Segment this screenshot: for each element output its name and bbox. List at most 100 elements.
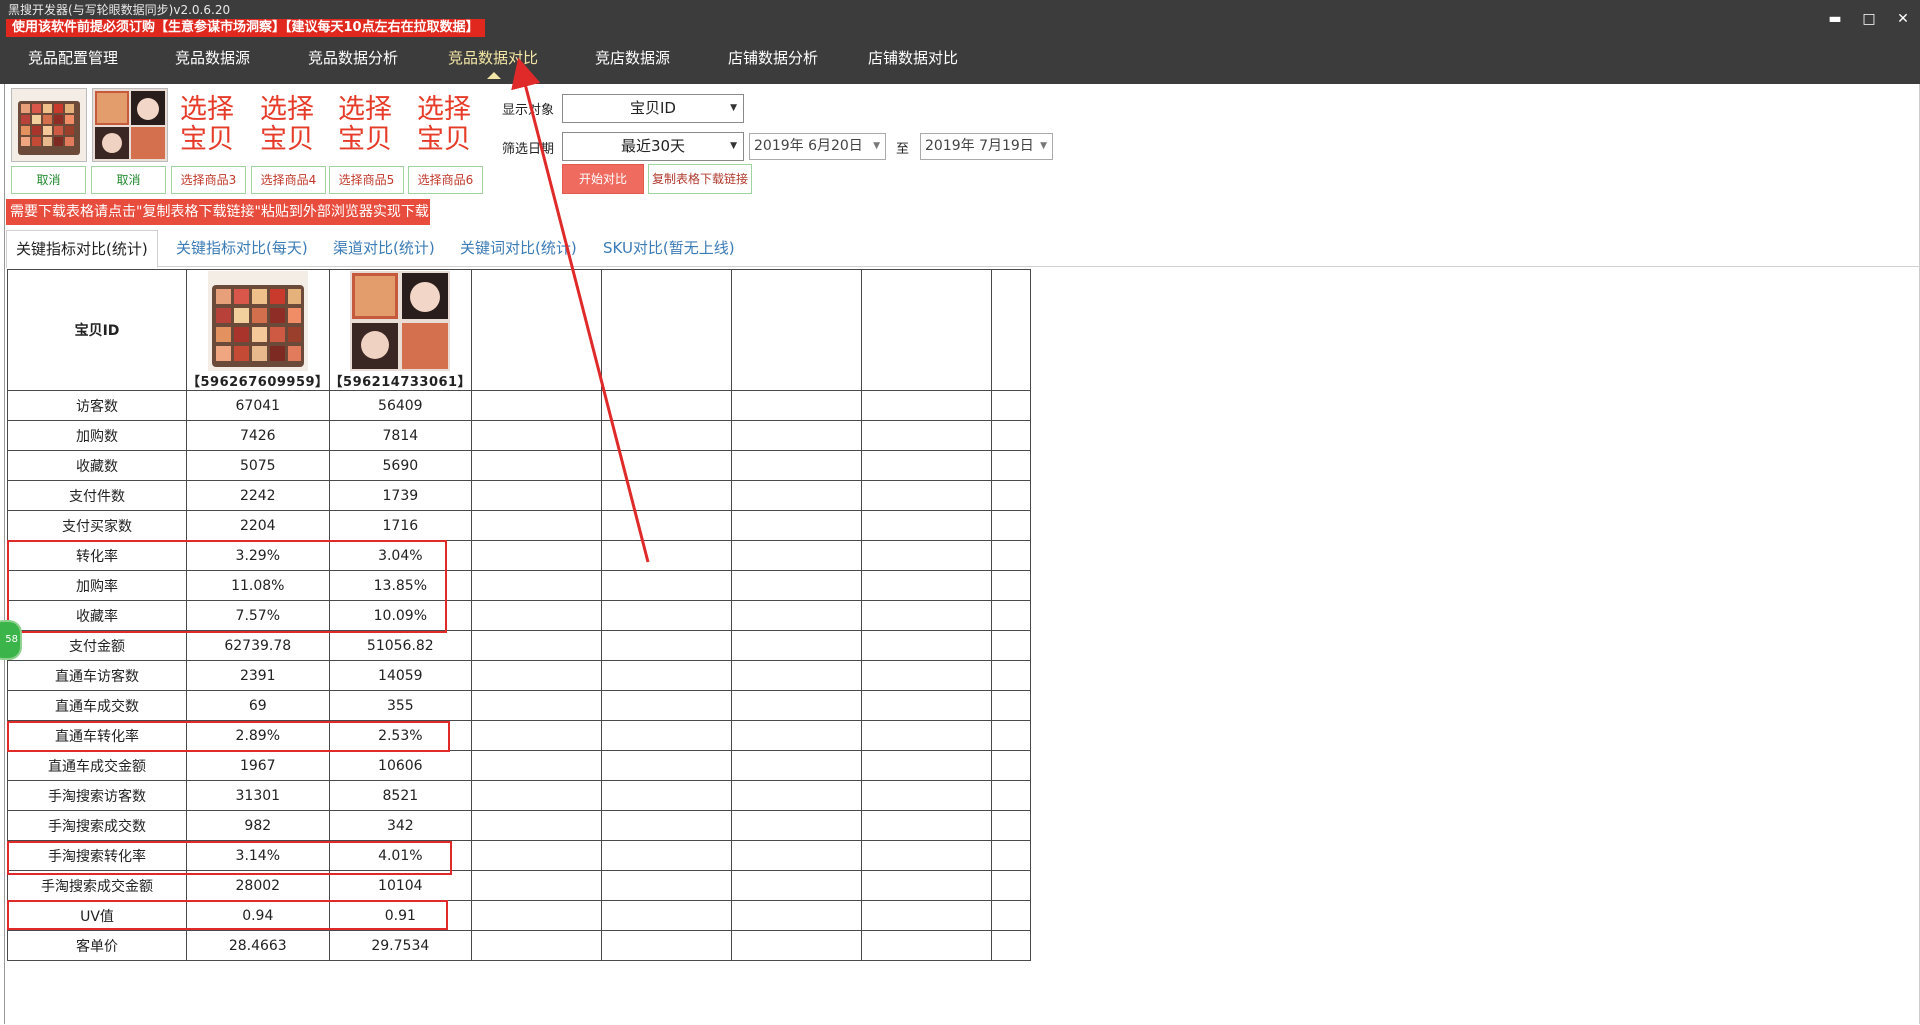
product-1-value: 67041 — [186, 390, 330, 421]
product-2-value: 10.09% — [328, 600, 473, 631]
product-1-value: 7426 — [186, 420, 330, 451]
empty-cell — [471, 870, 603, 901]
product-2-value: 7814 — [328, 420, 473, 451]
empty-cell — [471, 810, 603, 841]
cancel-product-1-button[interactable]: 取消 — [11, 166, 86, 194]
select-product-6-button[interactable]: 选择 宝贝 — [408, 95, 480, 157]
app-title: 黑搜开发器(与写轮眼数据同步)v2.0.6.20 — [8, 3, 231, 17]
nav-competitor-config[interactable]: 竞品配置管理 — [28, 40, 118, 84]
metric-label: 访客数 — [7, 390, 187, 421]
empty-cell — [601, 690, 733, 721]
product-1-header: 【596267609959】 — [186, 269, 330, 391]
empty-cell — [991, 390, 1032, 421]
date-range-select[interactable]: 最近30天 ▼ — [562, 132, 744, 161]
empty-cell — [861, 450, 993, 481]
tab-keyword-compare[interactable]: 关键词对比(统计) — [451, 230, 586, 266]
model-image — [93, 89, 167, 161]
metric-label: 转化率 — [7, 540, 187, 571]
select-product-5-button[interactable]: 选择 宝贝 — [329, 95, 401, 157]
empty-cell — [731, 570, 863, 601]
nav-store-analysis[interactable]: 店铺数据分析 — [728, 40, 818, 84]
metric-label: 收藏数 — [7, 450, 187, 481]
nav-store-datasource[interactable]: 竞店数据源 — [595, 40, 670, 84]
choose-product-5-button[interactable]: 选择商品5 — [329, 166, 404, 194]
tab-channel-compare[interactable]: 渠道对比(统计) — [324, 230, 444, 266]
choose-product-3-button[interactable]: 选择商品3 — [171, 166, 246, 194]
table-row: 手淘搜索转化率 3.14% 4.01% — [7, 840, 1032, 871]
product-2-thumbnail[interactable] — [92, 88, 168, 162]
product-2-value: 10606 — [328, 750, 473, 781]
copy-download-link-button[interactable]: 复制表格下载链接 — [648, 164, 752, 194]
product-1-value: 11.08% — [186, 570, 330, 601]
empty-cell — [991, 600, 1032, 631]
product-2-value: 1739 — [328, 480, 473, 511]
empty-cell — [861, 750, 993, 781]
select-product-3-button[interactable]: 选择 宝贝 — [171, 95, 243, 157]
nav-store-compare[interactable]: 店铺数据对比 — [868, 40, 958, 84]
table-row: 直通车成交数 69 355 — [7, 690, 1032, 721]
nav-competitor-datasource[interactable]: 竞品数据源 — [175, 40, 250, 84]
product-1-value: 3.29% — [186, 540, 330, 571]
empty-cell — [991, 480, 1032, 511]
product-1-value: 982 — [186, 810, 330, 841]
choose-product-4-button[interactable]: 选择商品4 — [251, 166, 326, 194]
product-1-value: 3.14% — [186, 840, 330, 871]
table-row: 收藏数 5075 5690 — [7, 450, 1032, 481]
display-object-label: 显示对象 — [502, 103, 555, 118]
empty-cell — [601, 600, 733, 631]
empty-cell — [601, 930, 733, 961]
cancel-product-2-button[interactable]: 取消 — [91, 166, 166, 194]
tab-key-metrics-daily[interactable]: 关键指标对比(每天) — [167, 230, 317, 266]
date-from-picker[interactable]: 2019年 6月20日 ▼ — [749, 133, 886, 160]
empty-cell — [731, 690, 863, 721]
choose-product-6-button[interactable]: 选择商品6 — [408, 166, 483, 194]
select-product-4-button[interactable]: 选择 宝贝 — [251, 95, 323, 157]
minimize-button[interactable]: ▬ — [1824, 8, 1846, 30]
tab-key-metrics-summary[interactable]: 关键指标对比(统计) — [6, 230, 158, 268]
empty-cell — [861, 870, 993, 901]
chevron-down-icon: ▼ — [1040, 141, 1047, 151]
start-compare-button[interactable]: 开始对比 — [562, 164, 644, 194]
display-object-select[interactable]: 宝贝ID ▼ — [562, 94, 744, 123]
metric-label: 直通车访客数 — [7, 660, 187, 691]
empty-cell — [601, 780, 733, 811]
empty-cell — [991, 930, 1032, 961]
close-button[interactable]: ✕ — [1892, 8, 1914, 30]
empty-cell — [471, 660, 603, 691]
metric-label: 手淘搜索访客数 — [7, 780, 187, 811]
empty-cell — [601, 720, 733, 751]
product-1-value: 31301 — [186, 780, 330, 811]
empty-cell — [861, 690, 993, 721]
empty-product-slot — [471, 269, 603, 391]
product-1-value: 2391 — [186, 660, 330, 691]
empty-cell — [731, 480, 863, 511]
floating-assistant-icon[interactable]: 58 — [0, 620, 22, 660]
metric-label: 直通车转化率 — [7, 720, 187, 751]
active-tab-indicator — [487, 72, 501, 79]
empty-cell — [471, 570, 603, 601]
product-1-value: 0.94 — [186, 900, 330, 931]
nav-competitor-analysis[interactable]: 竞品数据分析 — [308, 40, 398, 84]
empty-cell — [731, 450, 863, 481]
empty-cell — [731, 510, 863, 541]
product-1-thumbnail[interactable] — [11, 88, 87, 162]
chevron-down-icon: ▼ — [730, 141, 737, 151]
date-to-picker[interactable]: 2019年 7月19日 ▼ — [920, 133, 1053, 160]
date-range-value: 最近30天 — [620, 137, 686, 155]
empty-cell — [731, 420, 863, 451]
window-controls: ▬ □ ✕ — [1824, 8, 1914, 30]
maximize-button[interactable]: □ — [1858, 8, 1880, 30]
empty-cell — [861, 930, 993, 961]
empty-cell — [601, 660, 733, 691]
metric-label: 支付买家数 — [7, 510, 187, 541]
palette-image — [12, 89, 86, 161]
table-row: UV值 0.94 0.91 — [7, 900, 1032, 931]
empty-cell — [991, 570, 1032, 601]
empty-cell — [471, 720, 603, 751]
header-label: 宝贝ID — [7, 269, 187, 391]
tab-sku-compare[interactable]: SKU对比(暂无上线) — [594, 230, 744, 266]
empty-cell — [861, 810, 993, 841]
product-2-value: 14059 — [328, 660, 473, 691]
empty-cell — [601, 480, 733, 511]
empty-cell — [731, 870, 863, 901]
